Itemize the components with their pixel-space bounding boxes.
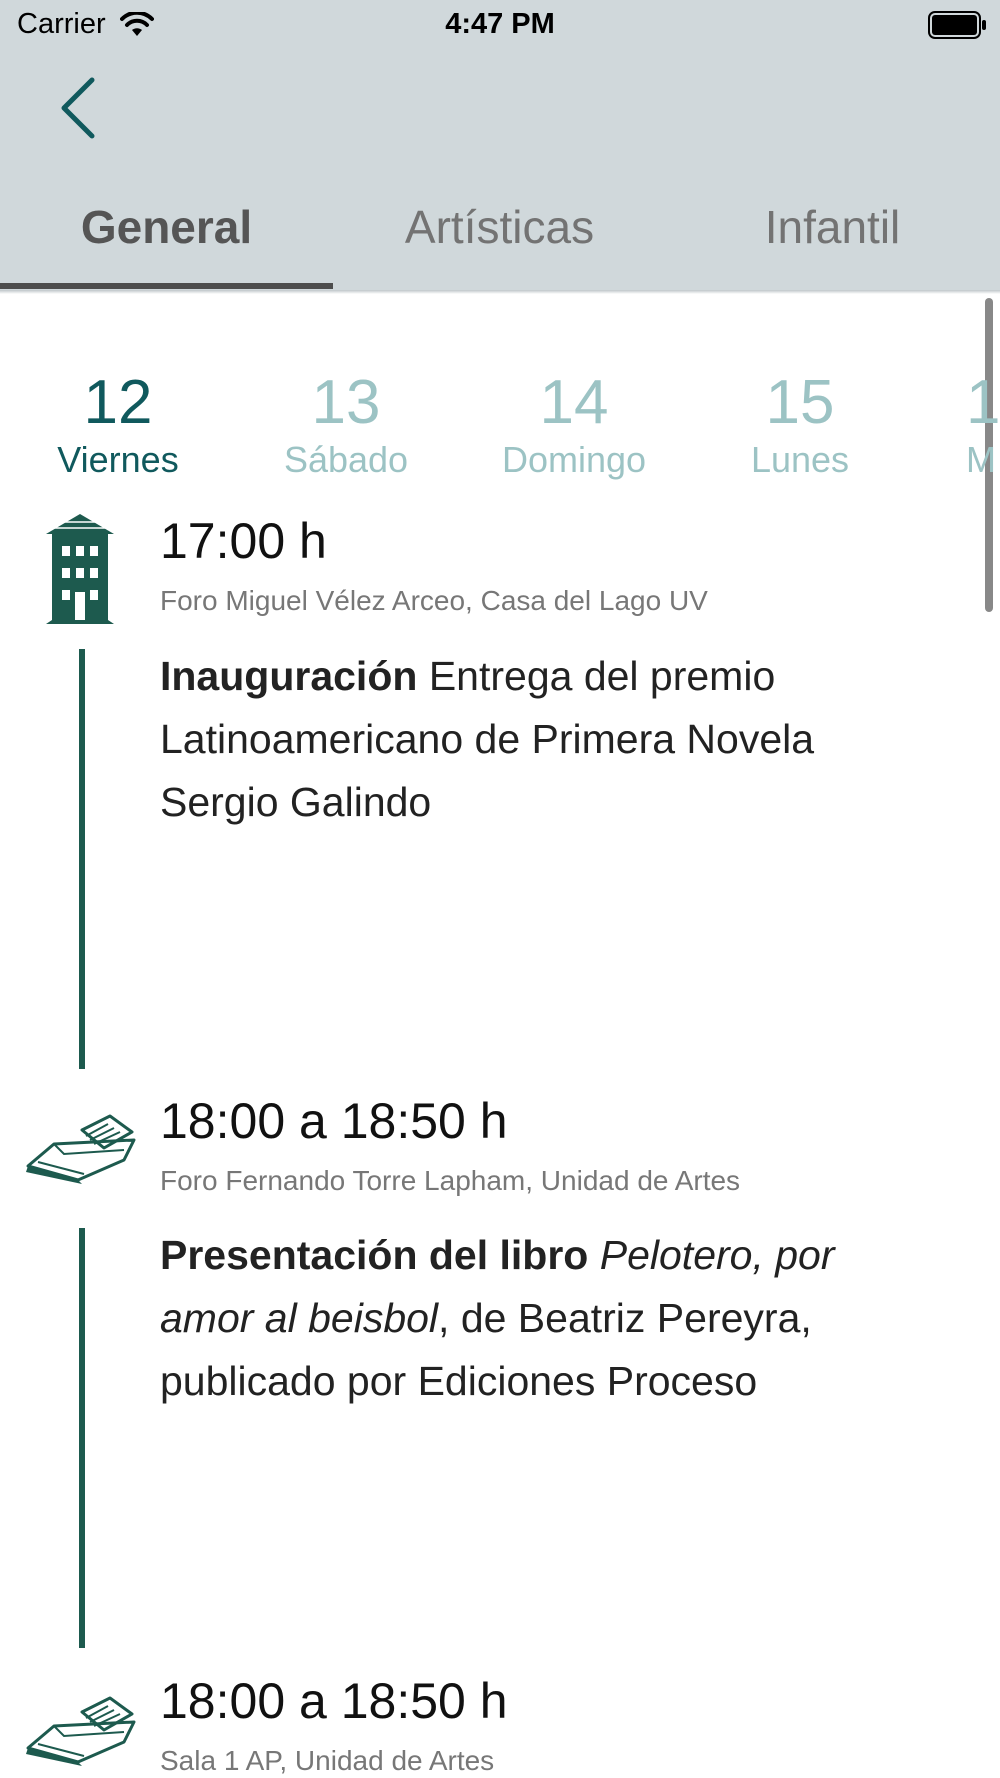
day-12[interactable]: 12 Viernes <box>4 368 232 482</box>
clock: 4:47 PM <box>445 8 555 40</box>
timeline-line <box>79 649 85 1069</box>
event-time: 17:00 h <box>160 513 327 569</box>
event-time: 18:00 a 18:50 h <box>160 1673 508 1729</box>
day-name: Lunes <box>750 439 850 480</box>
tab-infantil[interactable]: Infantil <box>666 200 999 254</box>
day-13[interactable]: 13 Sábado <box>232 368 460 482</box>
event-venue: Foro Miguel Vélez Arceo, Casa del Lago U… <box>160 585 708 616</box>
day-name: M <box>966 439 996 480</box>
event-title: Inauguración <box>160 653 418 699</box>
timeline-line <box>79 1228 85 1648</box>
event-time: 18:00 a 18:50 h <box>160 1093 508 1149</box>
day-number: 12 <box>83 368 153 437</box>
day-name: Domingo <box>501 439 647 480</box>
tab-general[interactable]: General <box>0 200 333 254</box>
day-name: Viernes <box>57 439 179 480</box>
header: Carrier 4:47 PM General Artísticas Infan… <box>0 0 1000 290</box>
day-number: 15 <box>765 368 835 437</box>
event-venue: Foro Fernando Torre Lapham, Unidad de Ar… <box>160 1165 741 1196</box>
day-name: Sábado <box>283 439 409 480</box>
event-description: Inauguración Entrega del premio Latinoam… <box>160 645 920 834</box>
event-title: Presentación del libro <box>160 1232 589 1278</box>
event-venue: Sala 1 AP, Unidad de Artes <box>160 1745 495 1776</box>
back-button[interactable] <box>50 72 110 142</box>
tab-bar: General Artísticas Infantil <box>0 190 1000 290</box>
book-boat-icon <box>26 1114 136 1184</box>
event-description: Presentación del libro Pelotero, por amo… <box>160 1224 920 1413</box>
header-shadow <box>0 290 1000 294</box>
battery-icon <box>928 11 986 39</box>
building-icon <box>46 514 114 624</box>
day-14[interactable]: 14 Domingo <box>460 368 688 482</box>
book-boat-icon <box>26 1696 136 1766</box>
day-number: 14 <box>539 368 609 437</box>
day-15[interactable]: 15 Lunes <box>686 368 914 482</box>
active-tab-indicator <box>0 283 333 289</box>
tab-artisticas[interactable]: Artísticas <box>333 200 666 254</box>
day-number: 13 <box>311 368 381 437</box>
status-bar: Carrier 4:47 PM <box>0 0 1000 50</box>
day-number: 1 <box>966 368 1000 437</box>
day-16-partial[interactable]: 1 M <box>966 368 1000 482</box>
chevron-left-icon <box>61 77 95 139</box>
